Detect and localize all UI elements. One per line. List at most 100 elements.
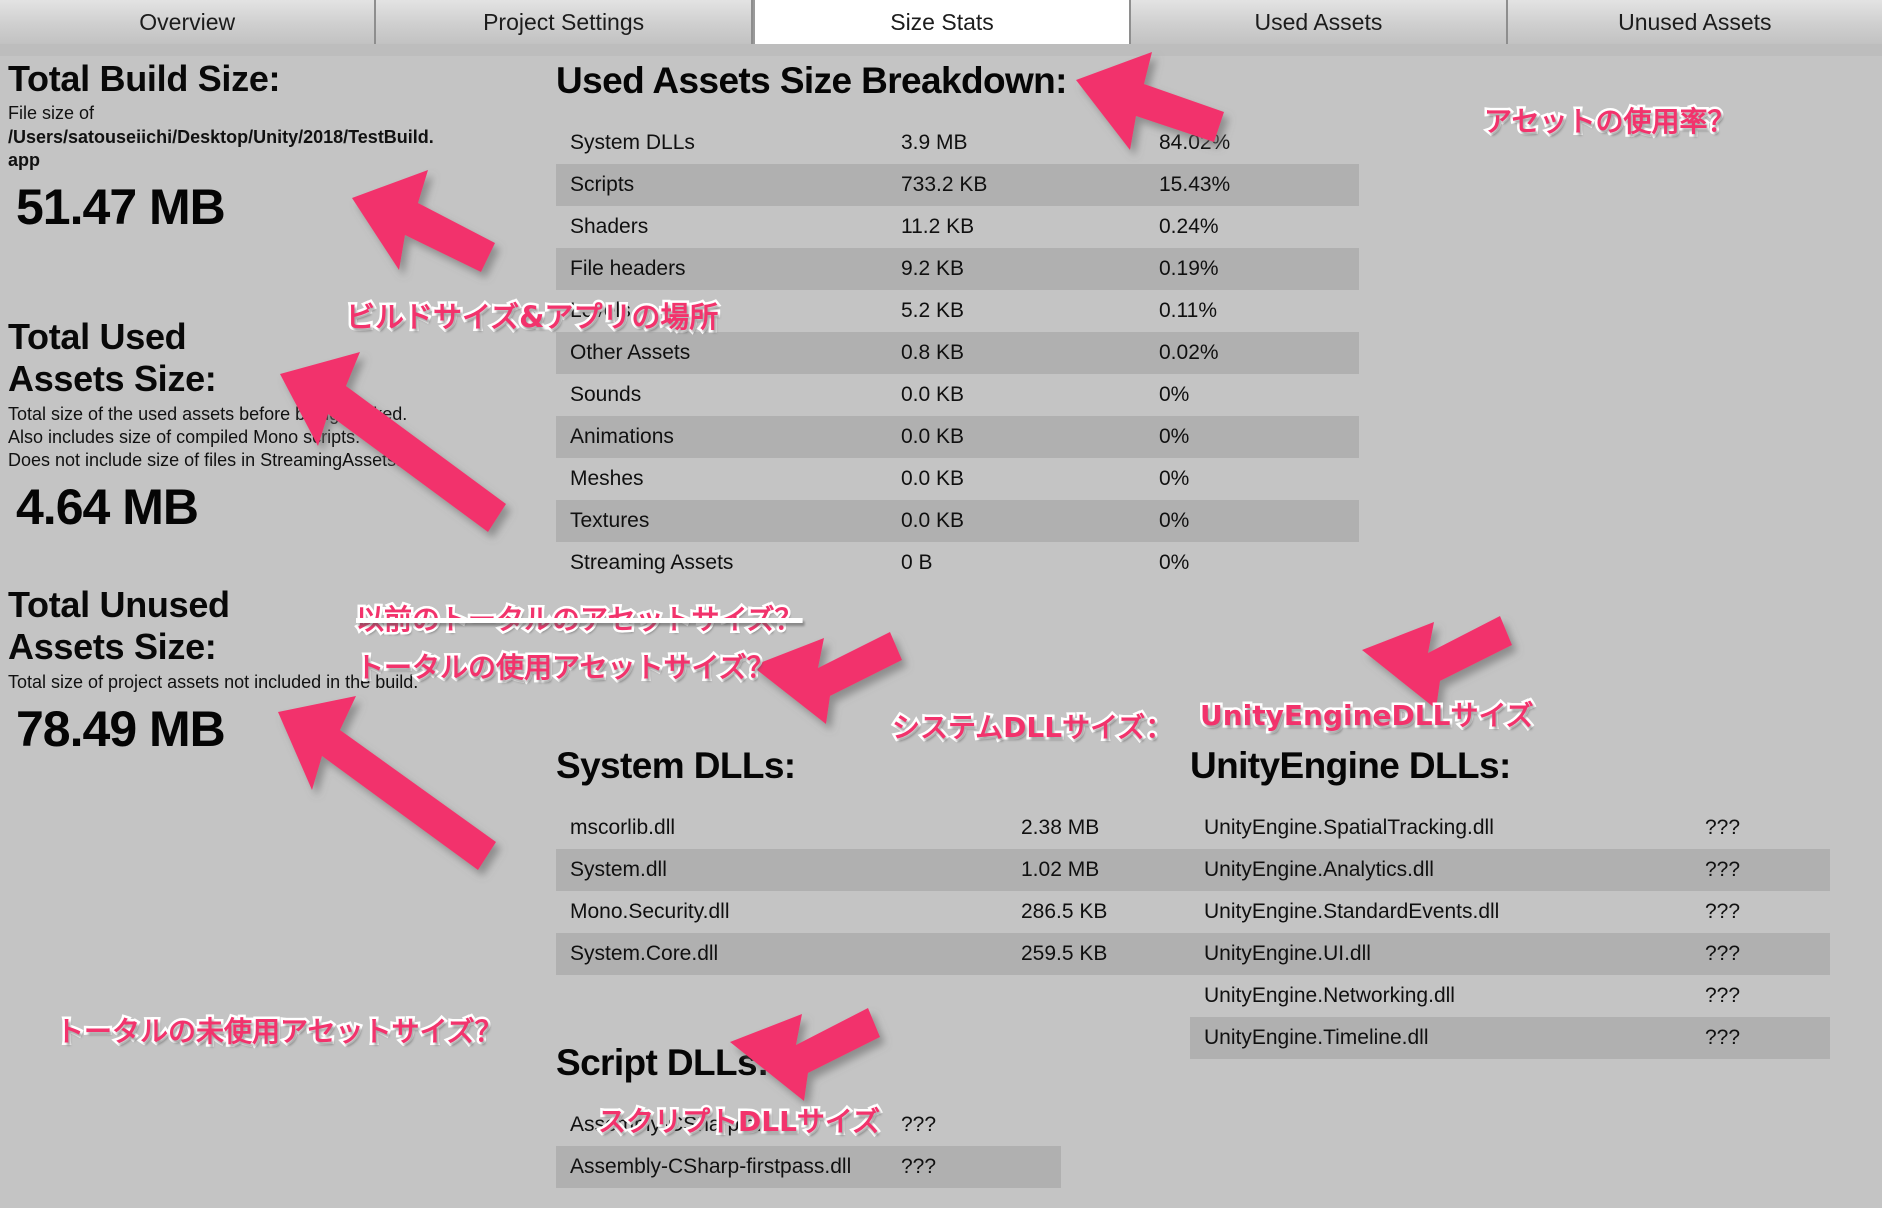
tab-overview[interactable]: Overview <box>0 0 377 46</box>
table-row[interactable]: UnityEngine.Networking.dll??? <box>1190 975 1830 1017</box>
cell-size: 733.2 KB <box>901 173 988 196</box>
cell-name: System.Core.dll <box>570 942 719 965</box>
annotation-total-used-size: トータルの使用アセットサイズ？ <box>354 649 778 687</box>
cell-size: 3.9 MB <box>901 131 968 154</box>
cell-name: UnityEngine.StandardEvents.dll <box>1204 900 1500 923</box>
tab-bar-underline <box>0 44 1882 56</box>
cell-name: Meshes <box>570 467 644 490</box>
cell-size: 0.8 KB <box>901 341 965 364</box>
annotation-unityengine-dll-size: UnityEngineDLLサイズ <box>1198 697 1537 735</box>
cell-size: 5.2 KB <box>901 299 965 322</box>
system-dlls-table: mscorlib.dll 2.38 MB System.dll 1.02 MB Mono… <box>556 807 1256 975</box>
cell-pct: 0% <box>1159 383 1190 406</box>
total-build-size-desc: File size of /Users/satouseiichi/Desktop… <box>8 102 434 171</box>
cell-pct: 0% <box>1159 551 1190 574</box>
cell-size: ??? <box>1705 816 1741 839</box>
table-row[interactable]: Meshes 0.0 KB 0% <box>556 458 1359 500</box>
tab-label: Project Settings <box>483 8 645 35</box>
cell-pct: 0.19% <box>1159 257 1219 280</box>
table-row[interactable]: Other Assets 0.8 KB 0.02% <box>556 332 1359 374</box>
cell-size: ??? <box>1705 1026 1741 1049</box>
table-row[interactable]: UnityEngine.UI.dll??? <box>1190 933 1830 975</box>
cell-name: Assembly-CSharp-firstpass.dll <box>570 1155 852 1178</box>
cell-name: UnityEngine.UI.dll <box>1204 942 1371 965</box>
tab-size-stats[interactable]: Size Stats <box>752 0 1132 46</box>
cell-pct: 0.11% <box>1159 299 1217 322</box>
cell-size: 0.0 KB <box>901 425 965 448</box>
table-row[interactable]: Shaders 11.2 KB 0.24% <box>556 206 1359 248</box>
table-row[interactable]: UnityEngine.Timeline.dll??? <box>1190 1017 1830 1059</box>
annotation-build-size-location: ビルドサイズ&アプリの場所 <box>343 298 720 337</box>
cell-pct: 0.02% <box>1159 341 1219 364</box>
table-row[interactable]: Textures 0.0 KB 0% <box>556 500 1359 542</box>
cell-name: Shaders <box>570 215 649 238</box>
table-row[interactable]: Streaming Assets 0 B 0% <box>556 542 1359 584</box>
table-row[interactable]: UnityEngine.StandardEvents.dll??? <box>1190 891 1830 933</box>
cell-size: 0.0 KB <box>901 383 965 406</box>
total-used-assets-desc-line2: Also includes size of compiled Mono scri… <box>8 426 361 447</box>
cell-size: 0.0 KB <box>901 467 965 490</box>
total-build-size-desc-line1: File size of <box>8 103 95 124</box>
cell-size: ??? <box>901 1113 937 1136</box>
annotation-script-dll-size: スクリプトDLLサイズ <box>595 1103 882 1141</box>
table-row[interactable]: Sounds 0.0 KB 0% <box>556 374 1359 416</box>
cell-pct: 0% <box>1159 425 1190 448</box>
cell-pct: 0% <box>1159 509 1190 532</box>
total-build-size-path: /Users/satouseiichi/Desktop/Unity/2018/T… <box>8 126 434 147</box>
table-row[interactable]: System.Core.dll 259.5 KB <box>556 933 1256 975</box>
annotation-prev-total-size: 以前のトータルのアセットサイズ？ <box>354 601 806 639</box>
total-build-size-value: 51.47 MB <box>16 178 226 235</box>
total-build-size-title: Total Build Size: <box>8 58 281 99</box>
total-used-assets-desc: Total size of the used assets before bei… <box>8 403 407 472</box>
tab-bar: Overview Project Settings Size Stats Used A… <box>0 0 1882 46</box>
unity-dlls-table: UnityEngine.SpatialTracking.dll??? UnityE… <box>1190 807 1830 1059</box>
cell-name: Streaming Assets <box>570 551 734 574</box>
tab-unused-assets[interactable]: Unused Assets <box>1507 0 1882 46</box>
cell-name: mscorlib.dll <box>570 816 676 839</box>
table-row[interactable]: Assembly-CSharp-firstpass.dll??? <box>556 1146 1061 1188</box>
total-used-assets-desc-line1: Total size of the used assets before bei… <box>8 403 408 424</box>
table-row[interactable]: UnityEngine.SpatialTracking.dll??? <box>1190 807 1830 849</box>
table-row[interactable]: mscorlib.dll 2.38 MB <box>556 807 1256 849</box>
cell-pct: 84.02% <box>1159 131 1231 154</box>
table-row[interactable]: Animations 0.0 KB 0% <box>556 416 1359 458</box>
table-row[interactable]: System.dll 1.02 MB <box>556 849 1256 891</box>
table-row[interactable]: System DLLs 3.9 MB 84.02% <box>556 122 1359 164</box>
cell-size: ??? <box>1705 900 1741 923</box>
cell-name: Animations <box>570 425 674 448</box>
cell-name: System DLLs <box>570 131 695 154</box>
cell-name: Other Assets <box>570 341 691 364</box>
table-row[interactable]: UnityEngine.Analytics.dll??? <box>1190 849 1830 891</box>
cell-name: Textures <box>570 509 650 532</box>
cell-size: 9.2 KB <box>901 257 965 280</box>
tab-label: Size Stats <box>890 8 994 35</box>
size-stats-panel: Overview Project Settings Size Stats Used A… <box>0 0 1882 1208</box>
total-used-assets-title-2: Assets Size: <box>8 358 217 400</box>
annotation-system-dll-size: システムDLLサイズ： <box>889 709 1175 747</box>
table-row[interactable]: File headers 9.2 KB 0.19% <box>556 248 1359 290</box>
cell-name: Scripts <box>570 173 635 196</box>
tab-used-assets[interactable]: Used Assets <box>1131 0 1508 46</box>
breakdown-table: System DLLs 3.9 MB 84.02% Scripts 733.2 KB 15… <box>556 122 1359 584</box>
tab-project-settings[interactable]: Project Settings <box>376 0 753 46</box>
tab-label: Unused Assets <box>1618 8 1772 35</box>
tab-label: Overview <box>139 8 236 35</box>
annotation-asset-usage-rate: アセットの使用率？ <box>1481 103 1737 141</box>
cell-name: UnityEngine.Timeline.dll <box>1204 1026 1429 1049</box>
cell-size: 0.0 KB <box>901 509 965 532</box>
cell-name: UnityEngine.Analytics.dll <box>1204 858 1434 881</box>
cell-pct: 15.43% <box>1159 173 1231 196</box>
total-used-assets-value: 4.64 MB <box>16 479 199 536</box>
table-row[interactable]: Mono.Security.dll 286.5 KB <box>556 891 1256 933</box>
script-dlls-title: Script DLLs: <box>556 1042 769 1083</box>
tab-label: Used Assets <box>1254 8 1383 35</box>
total-build-size-path-cont: app <box>8 149 41 170</box>
cell-size: ??? <box>1705 858 1741 881</box>
total-build-size-block: Total Build Size: File size of /Users/sa… <box>8 58 434 236</box>
cell-size: 0 B <box>901 551 933 574</box>
cell-name: UnityEngine.Networking.dll <box>1204 984 1455 1007</box>
cell-size: ??? <box>1705 984 1741 1007</box>
cell-size: ??? <box>1705 942 1741 965</box>
table-row[interactable]: Scripts 733.2 KB 15.43% <box>556 164 1359 206</box>
cell-size: ??? <box>901 1155 937 1178</box>
